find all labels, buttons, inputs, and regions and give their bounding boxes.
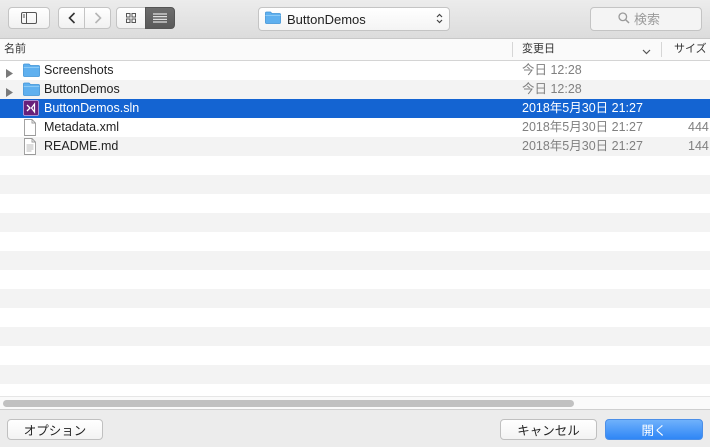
folder-icon (23, 81, 40, 99)
file-date: 2018年5月30日 21:27 (522, 120, 643, 134)
empty-row (0, 346, 710, 365)
document-icon (23, 119, 37, 139)
empty-row (0, 365, 710, 384)
back-button[interactable] (58, 7, 85, 29)
grid-icon (126, 13, 136, 23)
empty-row (0, 156, 710, 175)
file-name: Screenshots (44, 63, 114, 77)
empty-row (0, 232, 710, 251)
disclosure-triangle-icon[interactable] (6, 66, 13, 81)
empty-row (0, 175, 710, 194)
text-file-icon (23, 138, 37, 158)
options-button[interactable]: オプション (7, 419, 103, 440)
search-field[interactable] (590, 7, 702, 31)
sort-chevron-icon (642, 46, 651, 58)
list-item[interactable]: ButtonDemos 今日 12:28 (0, 80, 710, 99)
visual-studio-solution-icon (23, 100, 39, 119)
list-view-button[interactable] (145, 7, 175, 29)
file-date: 今日 12:28 (522, 63, 582, 77)
column-divider[interactable] (512, 42, 513, 57)
sidebar-icon (21, 12, 37, 24)
folder-icon (265, 11, 281, 27)
toolbar: ButtonDemos (0, 0, 710, 39)
sidebar-toggle-button[interactable] (8, 7, 50, 29)
icon-view-button[interactable] (116, 7, 146, 29)
horizontal-scrollbar[interactable] (0, 396, 710, 409)
folder-icon (23, 62, 40, 80)
list-item[interactable]: README.md 2018年5月30日 21:27 144 (0, 137, 710, 156)
list-item[interactable]: Screenshots 今日 12:28 (0, 61, 710, 80)
forward-button[interactable] (84, 7, 111, 29)
file-date: 今日 12:28 (522, 82, 582, 96)
list-item[interactable]: Metadata.xml 2018年5月30日 21:27 444 (0, 118, 710, 137)
empty-row (0, 384, 710, 396)
empty-row (0, 308, 710, 327)
chevron-right-icon (94, 12, 102, 24)
column-date-header[interactable]: 変更日 (522, 39, 555, 60)
list-icon (153, 13, 167, 23)
search-icon (618, 11, 630, 27)
disclosure-triangle-icon[interactable] (6, 85, 13, 100)
empty-row (0, 194, 710, 213)
search-input[interactable] (634, 11, 674, 27)
empty-row (0, 213, 710, 232)
empty-row (0, 270, 710, 289)
file-date: 2018年5月30日 21:27 (522, 101, 643, 115)
empty-row (0, 289, 710, 308)
file-name: README.md (44, 139, 119, 153)
location-popup[interactable]: ButtonDemos (258, 7, 450, 31)
dialog-footer: オプション キャンセル 開く (0, 409, 710, 447)
column-divider[interactable] (661, 42, 662, 57)
column-size-header[interactable]: サイズ (674, 39, 707, 60)
file-size: 144 (688, 139, 709, 153)
chevron-left-icon (67, 12, 76, 24)
file-date: 2018年5月30日 21:27 (522, 139, 643, 153)
empty-row (0, 327, 710, 346)
file-name: ButtonDemos (44, 82, 120, 96)
file-size: 444 (688, 120, 709, 134)
column-header: 名前 変更日 サイズ (0, 39, 710, 61)
updown-arrows-icon (436, 12, 443, 27)
file-name: Metadata.xml (44, 120, 120, 134)
column-name-header[interactable]: 名前 (4, 39, 26, 60)
list-item-selected[interactable]: ButtonDemos.sln 2018年5月30日 21:27 (0, 99, 710, 118)
open-button[interactable]: 開く (605, 419, 703, 440)
scrollbar-thumb[interactable] (3, 400, 574, 407)
empty-row (0, 251, 710, 270)
cancel-button[interactable]: キャンセル (500, 419, 597, 440)
file-list[interactable]: Screenshots 今日 12:28 ButtonDemos 今日 12:2… (0, 61, 710, 396)
location-label: ButtonDemos (287, 11, 366, 27)
file-name: ButtonDemos.sln (44, 101, 140, 115)
